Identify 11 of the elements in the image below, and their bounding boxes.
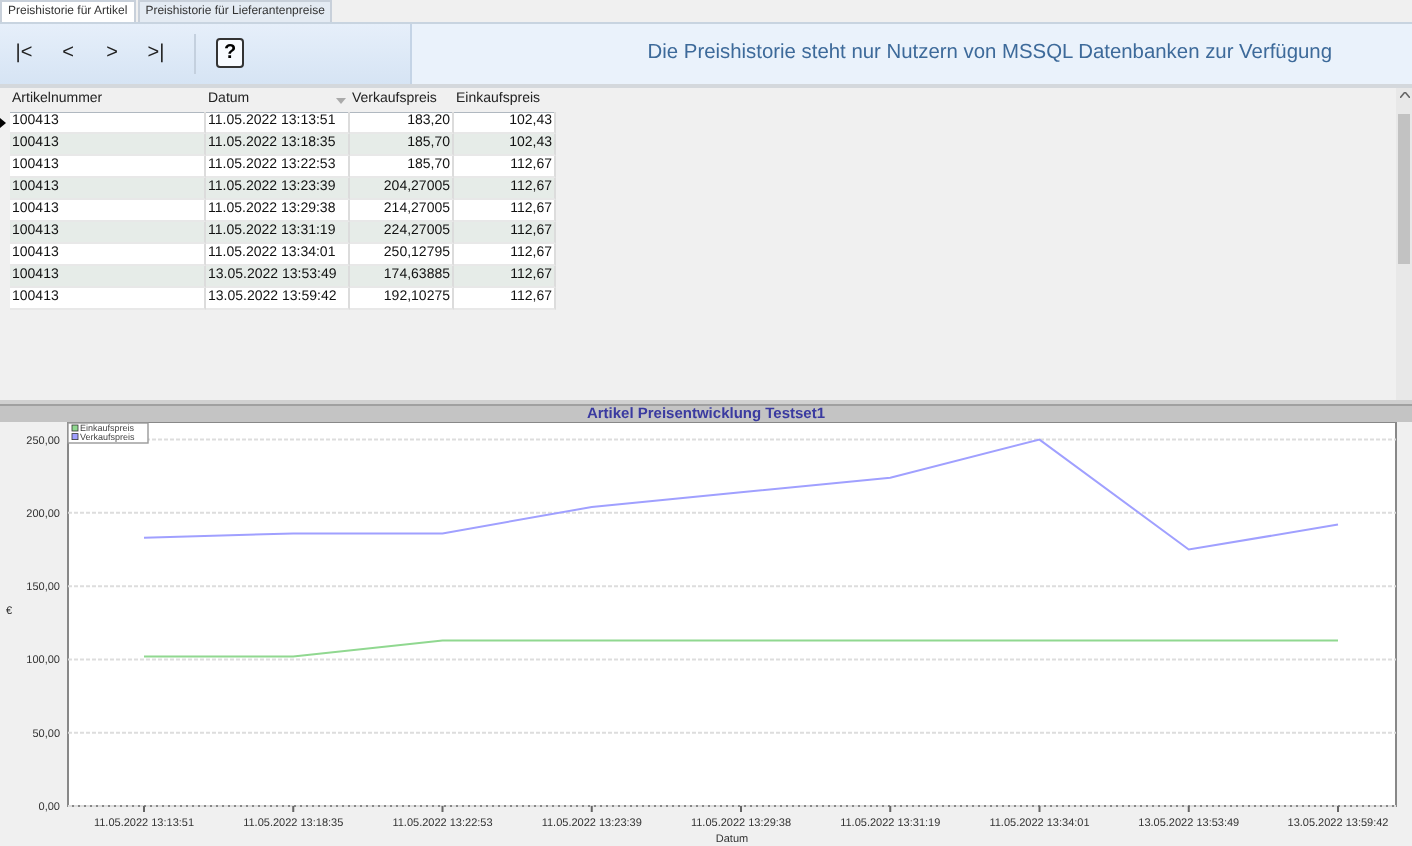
nav-button[interactable]: >|	[138, 35, 174, 72]
legend-box	[67, 422, 149, 444]
scroll-thumb[interactable]	[1398, 113, 1410, 264]
help-button[interactable]: ?	[216, 38, 244, 69]
nav-button[interactable]: >	[94, 35, 130, 72]
row-indicator-icon	[0, 117, 6, 128]
nav-button[interactable]: <	[50, 35, 86, 72]
info-message: Die Preishistorie steht nur Nutzern von MSSQL Datenbanken zur Verfügung	[647, 42, 1332, 65]
nav-button[interactable]: |<	[6, 35, 42, 72]
scrollbar[interactable]	[1396, 87, 1412, 401]
scroll-up-icon[interactable]	[1399, 91, 1409, 98]
